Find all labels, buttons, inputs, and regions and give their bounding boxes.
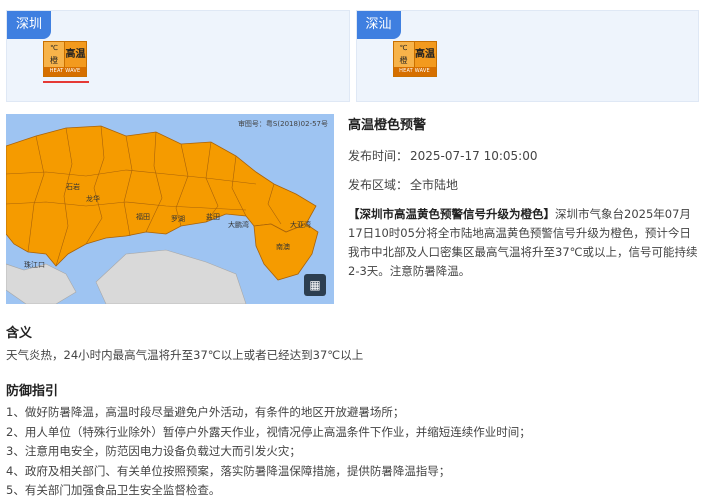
warning-icon-level: 橙: [393, 54, 415, 67]
warning-icon-eng: HEAT WAVE: [44, 67, 86, 76]
map-label: 罗湖: [171, 215, 185, 223]
guidance-item: 4、政府及相关部门、有关单位按照预案，落实防暑降温保障措施，提供防暑降温指导；: [6, 463, 451, 478]
warning-headline: 【深圳市高温黄色预警信号升级为橙色】: [348, 207, 555, 221]
publish-time-label: 发布时间：: [348, 149, 409, 163]
map-approval-code: 审图号：粤S(2018)02-57号: [237, 120, 328, 128]
guidance-item: 3、注意用电安全，防范因电力设备负载过大而引发火灾；: [6, 444, 301, 458]
publish-time-row: 发布时间： 2025-07-17 10:05:00: [348, 147, 698, 164]
guidance-item: 1、做好防暑降温，高温时段尽量避免户外活动，有条件的地区开放避暑场所；: [6, 405, 405, 419]
grid-expand-icon[interactable]: ▦: [304, 274, 326, 296]
warning-info: 高温橙色预警 发布时间： 2025-07-17 10:05:00 发布区域： 全市陆…: [348, 114, 698, 281]
guidance-title: 防御指引: [6, 384, 59, 399]
publish-area-row: 发布区域： 全市陆地: [348, 176, 698, 193]
region-panel-shenshan[interactable]: 深汕 ℃ 高温 橙 HEAT WAVE: [355, 10, 699, 102]
warning-title: 高温橙色预警: [348, 118, 427, 133]
warning-icon-chars: 高温: [415, 48, 435, 60]
meaning-section: 含义 天气炎热，24小时内最高气温将升至37℃以上或者已经达到37℃以上: [6, 322, 706, 365]
guidance-item: 5、有关部门加强食品卫生安全监督检查。: [6, 483, 221, 497]
thermometer-icon: ℃: [393, 42, 415, 55]
active-tab-underline: [43, 81, 89, 83]
map-label: 石岩: [66, 183, 80, 191]
map-label: 珠江口: [24, 261, 45, 269]
warning-area-map[interactable]: 审图号：粤S(2018)02-57号 龙华 石岩 福田 罗湖 盐田 大鹏湾 大亚…: [6, 114, 334, 304]
guidance-section: 防御指引 1、做好防暑降温，高温时段尽量避免户外活动，有条件的地区开放避暑场所；…: [6, 380, 716, 500]
guidance-list: 1、做好防暑降温，高温时段尽量避免户外活动，有条件的地区开放避暑场所； 2、用人…: [6, 403, 716, 500]
map-label: 大鹏湾: [228, 221, 249, 229]
map-label: 龙华: [86, 195, 100, 203]
heat-wave-orange-warning-icon[interactable]: ℃ 高温 橙 HEAT WAVE: [43, 41, 87, 77]
heat-wave-orange-warning-icon[interactable]: ℃ 高温 橙 HEAT WAVE: [392, 41, 437, 77]
map-label: 盐田: [206, 213, 220, 221]
region-panel-shenzhen[interactable]: 深圳 ℃ 高温 橙 HEAT WAVE: [6, 10, 350, 102]
warning-icon-chars: 高温: [65, 48, 86, 60]
map-label: 南澳: [276, 243, 290, 251]
publish-time: 2025-07-17 10:05:00: [410, 149, 538, 163]
warning-icon-level: 橙: [44, 54, 65, 67]
publish-area-label: 发布区域：: [348, 178, 409, 192]
map-label: 福田: [136, 213, 150, 221]
region-tabs: 深圳 ℃ 高温 橙 HEAT WAVE 深汕 ℃ 高温 橙 HEAT WAVE: [6, 10, 699, 102]
warning-icon-eng: HEAT WAVE: [393, 67, 436, 76]
shenzhen-map: [6, 114, 334, 304]
meaning-title: 含义: [6, 326, 33, 341]
meaning-text: 天气炎热，24小时内最高气温将升至37℃以上或者已经达到37℃以上: [6, 348, 364, 362]
warning-body: 【深圳市高温黄色预警信号升级为橙色】深圳市气象台2025年07月17日10时05…: [348, 205, 698, 281]
thermometer-icon: ℃: [44, 42, 65, 55]
guidance-item: 2、用人单位（特殊行业除外）暂停户外露天作业，视情况停止高温条件下作业，并缩短连…: [6, 424, 531, 439]
publish-area: 全市陆地: [410, 178, 459, 192]
region-tag-shenshan[interactable]: 深汕: [356, 11, 401, 39]
region-tag-shenzhen[interactable]: 深圳: [7, 11, 52, 39]
map-label: 大亚湾: [290, 221, 311, 229]
